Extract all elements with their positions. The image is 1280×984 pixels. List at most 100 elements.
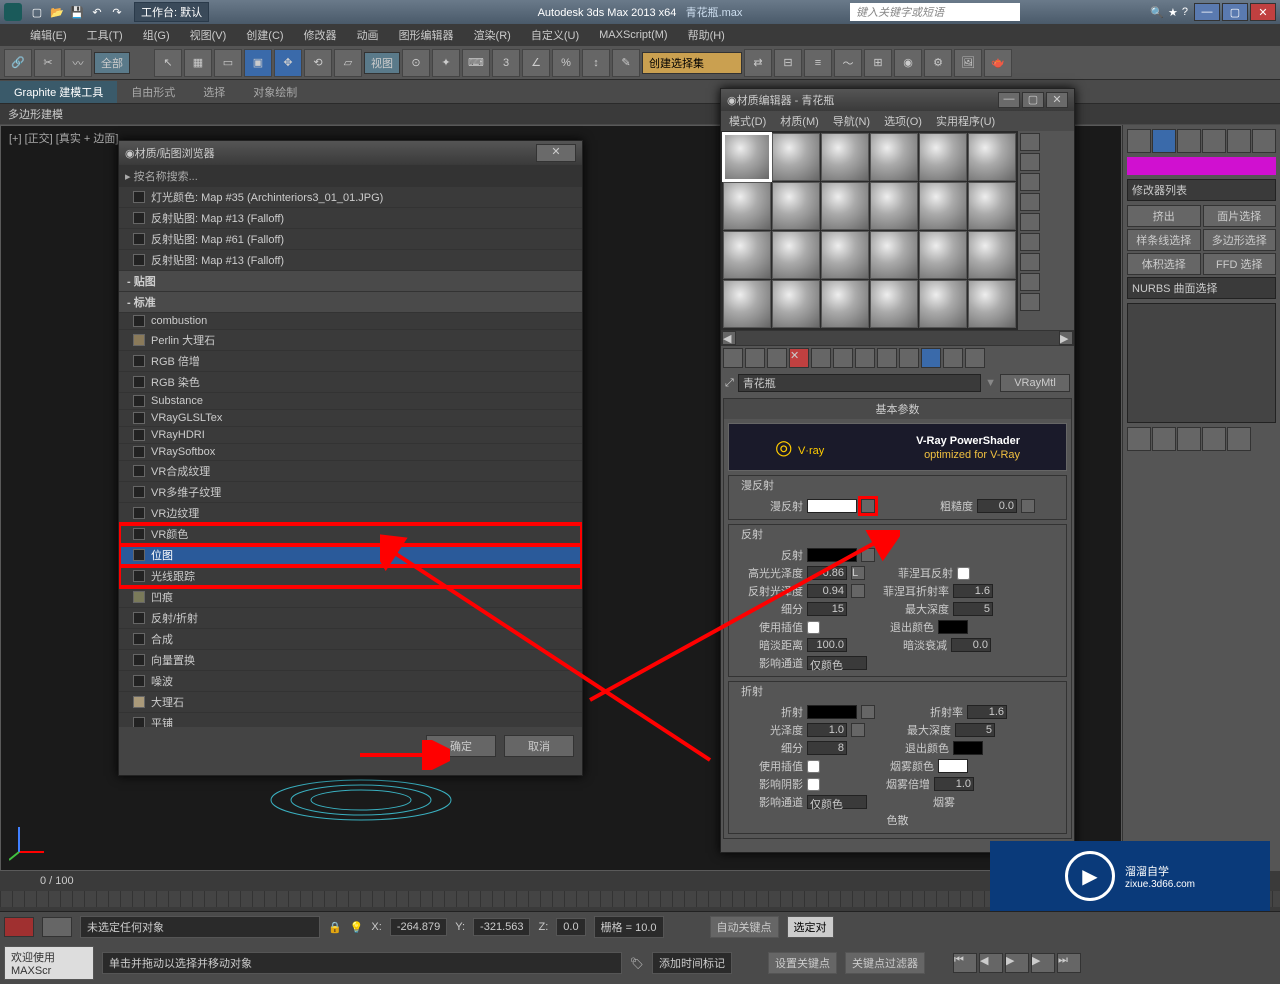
list-item-raytrace[interactable]: 光线跟踪 [119, 566, 582, 587]
new-icon[interactable]: ▢ [28, 3, 46, 21]
pin-stack-icon[interactable] [1127, 427, 1151, 451]
refl-useinterp-checkbox[interactable] [807, 621, 820, 634]
affect-shadows-checkbox[interactable] [807, 778, 820, 791]
snap-toggle-icon[interactable]: 3 [492, 49, 520, 77]
playback-controls[interactable]: ⏮ ◀ ▶ ▶ ⏭ [953, 953, 1081, 973]
affect-channel-dropdown[interactable]: 仅颜色 [807, 656, 867, 670]
hilight-spinner[interactable]: 0.86 [807, 566, 847, 580]
percent-snap-icon[interactable]: % [552, 49, 580, 77]
modifier-button[interactable]: NURBS 曲面选择 [1127, 277, 1276, 299]
autokey-button[interactable]: 自动关键点 [710, 916, 779, 938]
select-name-icon[interactable]: ▦ [184, 49, 212, 77]
select-move-icon[interactable]: ✥ [274, 49, 302, 77]
sample-slot[interactable] [821, 133, 869, 181]
list-item[interactable]: VR多维子纹理 [119, 482, 582, 503]
go-parent-icon[interactable] [943, 348, 963, 368]
category-standard[interactable]: - 标准 [119, 292, 582, 313]
modifier-list-dropdown[interactable]: 修改器列表 [1127, 179, 1276, 201]
sample-slot[interactable] [870, 280, 918, 328]
reflect-gloss-spinner[interactable]: 0.94 [807, 584, 847, 598]
search-field[interactable]: ▸ 按名称搜索... [119, 165, 582, 187]
menu-help[interactable]: 帮助(H) [688, 27, 725, 43]
list-item[interactable]: RGB 倍增 [119, 351, 582, 372]
sample-slot[interactable] [723, 133, 771, 181]
list-item[interactable]: 灯光颜色: Map #35 (Archinteriors3_01_01.JPG) [119, 187, 582, 208]
time-tag-icon[interactable]: 🏷 [630, 957, 644, 970]
modifier-button[interactable]: 挤出 [1127, 205, 1201, 227]
dimfalloff-spinner[interactable]: 0.0 [951, 638, 991, 652]
workspace-dropdown[interactable]: 工作台: 默认 [134, 2, 209, 22]
infocenter[interactable]: 🔍★? [1150, 6, 1188, 19]
pick-material-icon[interactable]: ⤢ [725, 377, 734, 390]
refl-maxdepth-spinner[interactable]: 5 [953, 602, 993, 616]
rollup-basic-params[interactable]: 基本参数 [724, 399, 1071, 419]
modify-tab-icon[interactable] [1152, 129, 1176, 153]
diffuse-map-button[interactable] [861, 499, 875, 513]
modifier-button[interactable]: 体积选择 [1127, 253, 1201, 275]
y-coord-field[interactable]: -321.563 [473, 918, 530, 936]
list-item[interactable]: 反射贴图: Map #13 (Falloff) [119, 250, 582, 271]
manipulate-icon[interactable]: ✦ [432, 49, 460, 77]
menu-modes[interactable]: 模式(D) [729, 113, 766, 129]
menu-bar[interactable]: 编辑(E) 工具(T) 组(G) 视图(V) 创建(C) 修改器 动画 图形编辑… [0, 24, 1280, 46]
reflect-map-button[interactable] [861, 548, 875, 562]
editor-toolbar[interactable]: ✕ [721, 346, 1074, 370]
tab-freeform[interactable]: 自由形式 [117, 81, 189, 103]
remove-modifier-icon[interactable] [1202, 427, 1226, 451]
refract-gloss-spinner[interactable]: 1.0 [807, 723, 847, 737]
category-maps[interactable]: - 贴图 [119, 271, 582, 292]
material-editor-icon[interactable]: ◉ [894, 49, 922, 77]
mat-map-nav-icon[interactable] [1020, 293, 1040, 311]
slot-scrollbar[interactable]: ◀▶ [721, 330, 1074, 346]
put-to-lib-icon[interactable] [855, 348, 875, 368]
window-crossing-icon[interactable]: ▣ [244, 49, 272, 77]
reset-map-icon[interactable]: ✕ [789, 348, 809, 368]
list-item[interactable]: 合成 [119, 629, 582, 650]
dimdist-spinner[interactable]: 100.0 [807, 638, 847, 652]
sample-slot[interactable] [772, 280, 820, 328]
show-end-result-icon[interactable] [1152, 427, 1176, 451]
assign-to-sel-icon[interactable] [767, 348, 787, 368]
isolate-icon[interactable]: 💡 [350, 921, 364, 934]
use-center-icon[interactable]: ⊙ [402, 49, 430, 77]
sample-uv-icon[interactable] [1020, 193, 1040, 211]
material-map-browser[interactable]: ◉ 材质/贴图浏览器 ✕ ▸ 按名称搜索... 灯光颜色: Map #35 (A… [118, 140, 583, 776]
list-item[interactable]: Substance [119, 393, 582, 410]
undo-icon[interactable]: ↶ [88, 3, 106, 21]
configure-sets-icon[interactable] [1227, 427, 1251, 451]
sample-slot[interactable] [772, 182, 820, 230]
layers-icon[interactable]: ≡ [804, 49, 832, 77]
menu-views[interactable]: 视图(V) [190, 27, 227, 43]
list-item[interactable]: VRayHDRI [119, 427, 582, 444]
open-icon[interactable]: 📂 [48, 3, 66, 21]
render-frame-icon[interactable]: 🖼 [954, 49, 982, 77]
select-rect-icon[interactable]: ▭ [214, 49, 242, 77]
fog-color-swatch[interactable] [938, 759, 968, 773]
tab-selection[interactable]: 选择 [189, 81, 239, 103]
material-name-field[interactable] [738, 374, 981, 392]
z-coord-field[interactable]: 0.0 [556, 918, 585, 936]
sample-slot[interactable] [919, 133, 967, 181]
sample-type-icon[interactable] [1020, 133, 1040, 151]
redo-icon[interactable]: ↷ [108, 3, 126, 21]
list-item[interactable]: VRaySoftbox [119, 444, 582, 461]
sample-slot[interactable] [919, 182, 967, 230]
bind-spacewarp-icon[interactable]: 〰 [64, 49, 92, 77]
close-button[interactable]: ✕ [536, 144, 576, 162]
make-unique-icon[interactable] [833, 348, 853, 368]
sample-slot[interactable] [870, 182, 918, 230]
ior-spinner[interactable]: 1.6 [967, 705, 1007, 719]
lock-selection-icon[interactable]: 🔒 [328, 921, 342, 934]
mat-id-icon[interactable] [877, 348, 897, 368]
setkey-button[interactable]: 设置关键点 [768, 952, 837, 974]
create-tab-icon[interactable] [1127, 129, 1151, 153]
ribbon[interactable]: Graphite 建模工具 自由形式 选择 对象绘制 [0, 80, 1280, 104]
add-time-tag[interactable]: 添加时间标记 [652, 952, 732, 974]
display-tab-icon[interactable] [1227, 129, 1251, 153]
keyboard-shortcut-icon[interactable]: ⌨ [462, 49, 490, 77]
diffuse-color-swatch[interactable] [807, 499, 857, 513]
backlight-icon[interactable] [1020, 153, 1040, 171]
modifier-button[interactable]: 样条线选择 [1127, 229, 1201, 251]
preview-icon[interactable] [1020, 233, 1040, 251]
menu-edit[interactable]: 编辑(E) [30, 27, 67, 43]
